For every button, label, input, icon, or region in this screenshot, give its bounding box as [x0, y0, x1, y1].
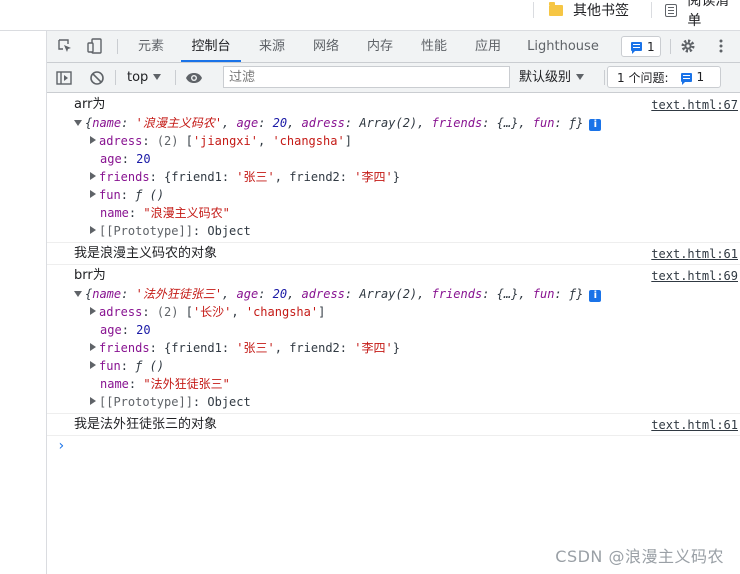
log-text: 我是法外狂徒张三的对象	[74, 417, 218, 432]
property-prototype[interactable]: [[Prototype]]: Object	[89, 222, 251, 240]
bookmark-reading-list[interactable]: 阅读清单	[665, 0, 740, 29]
tab-network[interactable]: 网络	[304, 31, 348, 62]
expand-arrow-icon	[90, 172, 96, 180]
console-message-brr: brr为 text.html:69 {name: '法外狂徒张三', age: …	[47, 265, 740, 414]
tab-sources[interactable]: 来源	[250, 31, 294, 62]
property-friends[interactable]: friends: {friend1: '张三', friend2: '李四'}	[89, 339, 400, 357]
log-label: arr为	[74, 97, 106, 112]
devtools-tab-bar: 元素 控制台 来源 网络 内存 性能 应用 Lighthouse 1	[47, 31, 740, 63]
property-adress[interactable]: adress: (2) ['长沙', 'changsha']	[89, 303, 325, 321]
console-toolbar: top 默认级别 1 个问题: 1	[47, 63, 740, 93]
console-output: arr为 text.html:67 {name: '浪漫主义码农', age: …	[47, 93, 740, 574]
source-link[interactable]: text.html:67	[651, 96, 738, 114]
source-link[interactable]: text.html:61	[651, 245, 738, 263]
tab-memory[interactable]: 内存	[358, 31, 402, 62]
chevron-down-icon	[153, 74, 162, 80]
expand-arrow-icon	[90, 226, 96, 234]
toolbar-divider	[175, 70, 176, 85]
filter-input[interactable]	[223, 66, 510, 88]
more-options-icon[interactable]	[713, 38, 729, 54]
property-friends[interactable]: friends: {friend1: '张三', friend2: '李四'}	[89, 168, 400, 186]
property-adress[interactable]: adress: (2) ['jiangxi', 'changsha']	[89, 132, 352, 150]
expand-arrow-icon	[90, 361, 96, 369]
log-level-selector[interactable]: 默认级别	[519, 63, 585, 92]
issues-label: 1 个问题:	[617, 70, 669, 85]
live-expression-eye-icon[interactable]	[185, 70, 203, 86]
tab-console[interactable]: 控制台	[181, 31, 241, 62]
expand-arrow-icon	[90, 307, 96, 315]
console-message-log2: 我是法外狂徒张三的对象 text.html:61	[47, 414, 740, 436]
toolbar-divider	[604, 70, 605, 85]
toolbar-divider	[115, 70, 116, 85]
messages-button[interactable]: 1	[621, 36, 661, 57]
expand-arrow-icon	[90, 397, 96, 405]
toolbar-divider	[117, 39, 118, 54]
expand-arrow-icon	[90, 136, 96, 144]
page-viewport	[0, 31, 47, 574]
issue-message-icon	[680, 72, 692, 85]
tab-application[interactable]: 应用	[466, 31, 510, 62]
folder-icon	[549, 1, 563, 16]
clear-console-icon[interactable]	[89, 70, 105, 86]
property-age: age: 20	[100, 323, 151, 337]
bookmark-separator	[533, 2, 534, 18]
device-toolbar-icon[interactable]	[87, 38, 103, 54]
console-prompt[interactable]: ›	[57, 438, 65, 454]
settings-gear-icon[interactable]	[680, 38, 696, 54]
property-name: name: "浪漫主义码农"	[100, 206, 230, 220]
source-link[interactable]: text.html:69	[651, 267, 738, 285]
bookmark-other-label: 其他书签	[573, 3, 629, 19]
issues-count: 1	[696, 70, 705, 84]
property-age: age: 20	[100, 152, 151, 166]
message-icon	[631, 42, 642, 54]
property-name: name: "法外狂徒张三"	[100, 377, 230, 391]
tab-elements[interactable]: 元素	[129, 31, 173, 62]
inspect-element-icon[interactable]	[57, 38, 73, 54]
property-fun[interactable]: fun: ƒ ()	[89, 357, 164, 375]
issues-button[interactable]: 1 个问题: 1	[607, 66, 721, 88]
context-selector-value: top	[127, 70, 149, 85]
property-prototype[interactable]: [[Prototype]]: Object	[89, 393, 251, 411]
bookmarks-bar: 其他书签 阅读清单	[0, 0, 740, 31]
console-message-log1: 我是浪漫主义码农的对象 text.html:61	[47, 243, 740, 265]
info-icon[interactable]: i	[589, 119, 602, 131]
log-text: 我是浪漫主义码农的对象	[74, 246, 218, 261]
expand-arrow-icon	[74, 291, 82, 297]
bookmark-reading-list-label: 阅读清单	[687, 0, 730, 29]
bookmark-other[interactable]: 其他书签	[549, 0, 629, 20]
chevron-down-icon	[576, 74, 585, 80]
tab-lighthouse[interactable]: Lighthouse	[521, 31, 605, 62]
toolbar-divider	[670, 39, 671, 54]
console-message-arr: arr为 text.html:67 {name: '浪漫主义码农', age: …	[47, 93, 740, 243]
sidebar-toggle-icon[interactable]	[56, 70, 72, 86]
devtools-panel: 元素 控制台 来源 网络 内存 性能 应用 Lighthouse 1 top 过…	[47, 31, 740, 574]
object-summary[interactable]: {name: '浪漫主义码农', age: 20, adress: Array(…	[74, 114, 602, 132]
object-summary[interactable]: {name: '法外狂徒张三', age: 20, adress: Array(…	[74, 285, 602, 303]
log-label: brr为	[74, 268, 106, 283]
log-level-value: 默认级别	[519, 70, 572, 85]
expand-arrow-icon	[90, 343, 96, 351]
expand-arrow-icon	[90, 190, 96, 198]
bookmark-separator	[651, 2, 652, 18]
expand-arrow-icon	[74, 120, 82, 126]
message-count: 1	[647, 39, 655, 54]
source-link[interactable]: text.html:61	[651, 416, 738, 434]
info-icon[interactable]: i	[589, 290, 602, 302]
reading-list-icon	[665, 3, 678, 17]
context-selector[interactable]: top	[127, 63, 162, 92]
watermark: CSDN @浪漫主义码农	[555, 547, 724, 566]
tab-performance[interactable]: 性能	[412, 31, 456, 62]
property-fun[interactable]: fun: ƒ ()	[89, 186, 164, 204]
